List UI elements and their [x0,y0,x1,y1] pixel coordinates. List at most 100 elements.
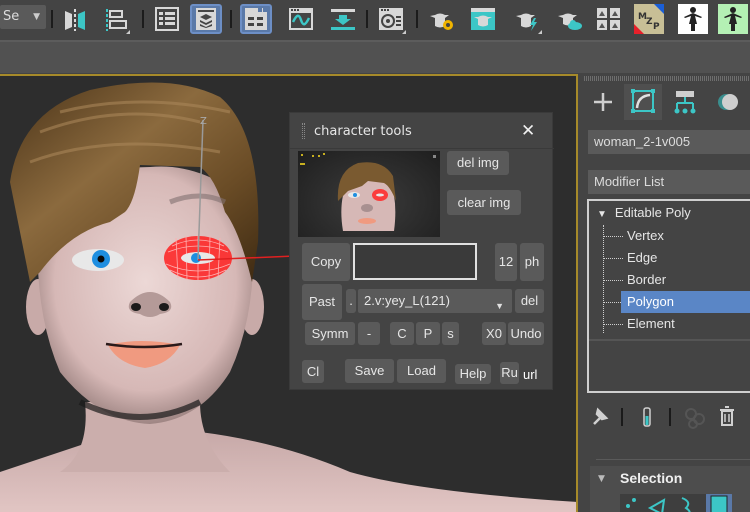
layer-explorer-button[interactable] [190,4,222,34]
ru-button[interactable]: Ru [500,362,519,384]
character-figure-button[interactable] [678,4,710,34]
tab-hierarchy[interactable] [666,84,704,120]
toolbar-separator [366,10,368,28]
make-unique-icon[interactable] [685,408,705,429]
subobject-polygon[interactable]: Polygon [621,291,750,313]
motion-icon [718,94,738,110]
expand-triangle-icon[interactable]: ▼ [597,209,607,220]
dot-button[interactable]: . [346,289,356,313]
tab-modify[interactable] [624,84,662,120]
morph-target-dropdown[interactable]: 2.v:yey_L(121) ▼ [358,289,512,313]
drag-handle[interactable] [302,123,305,139]
modify-icon [631,89,655,113]
modifier-stack-toolbar [580,402,750,432]
s-button[interactable]: s [442,322,459,345]
modifier-list-dropdown[interactable]: Modifier List [588,170,750,194]
tree-branch [603,236,623,237]
gizmo-z-label: Z [200,116,207,127]
close-icon[interactable]: ✕ [521,121,535,141]
remove-modifier-icon[interactable] [720,406,734,426]
chevron-down-icon: ▼ [33,12,40,22]
collapse-triangle-icon[interactable]: ▼ [598,474,605,484]
url-link[interactable]: url [523,367,537,382]
rendered-frame-window-button[interactable] [466,4,498,34]
polygon-mode-icon[interactable] [706,494,732,512]
scene-explorer-button[interactable] [150,4,182,34]
load-button[interactable]: Load [397,359,446,383]
selection-rollout: ▼ Selection [590,466,750,512]
align-button[interactable] [98,4,130,34]
subobject-element[interactable]: Element [621,313,750,335]
plus-icon [594,93,612,111]
mirror-button[interactable] [58,4,90,34]
copy-button[interactable]: Copy [302,243,350,281]
render-setup-button[interactable] [424,4,456,34]
modifier-list-label: Modifier List [594,174,665,189]
ribbon-toggle-button[interactable] [240,4,272,34]
flyout-indicator [402,30,406,34]
material-editor-button[interactable] [374,4,406,34]
dialog-titlebar[interactable]: character tools ✕ [290,113,554,149]
render-cloud-button[interactable] [552,4,584,34]
rollout-title[interactable]: Selection [620,470,682,486]
curve-editor-button[interactable] [284,4,316,34]
help-button[interactable]: Help [455,364,491,384]
ph-button[interactable]: ph [520,243,544,281]
stack-toolbar-icons [593,406,734,429]
tab-motion[interactable] [708,84,750,120]
subobject-selection-buttons [620,494,732,512]
save-button[interactable]: Save [345,359,394,383]
tree-branch [603,302,623,303]
figure-green-icon [718,4,748,34]
toolbar-separator [230,10,232,28]
dope-sheet-icon [331,9,355,30]
stack-root-editable-poly[interactable]: ▼ Editable Poly [597,205,691,220]
modifier-stack: ▼ Editable Poly Vertex Edge Border Polygo… [587,199,750,393]
preview-thumbnail [298,151,440,237]
minus-button[interactable]: - [358,322,380,345]
del-img-button[interactable]: del img [447,151,509,175]
subobject-border[interactable]: Border [621,269,750,291]
rendered-frame-icon [471,8,495,30]
undo-button[interactable]: Undo [508,322,544,345]
character-figure-green-button[interactable] [718,4,750,34]
selection-filter-dropdown[interactable]: Se ▼ [0,5,46,29]
mirror-icon [65,9,85,31]
app-window: Se ▼ M Z P Z character tools ✕ del img c… [0,0,750,512]
subobject-edge[interactable]: Edge [621,247,750,269]
render-production-button[interactable] [510,4,542,34]
tree-branch [603,280,623,281]
main-toolbar: Se ▼ M Z P [0,0,750,40]
selection-filter-value: Se [3,9,20,24]
pin-stack-icon[interactable] [593,407,609,425]
p-button[interactable]: P [416,322,440,345]
twelve-button[interactable]: 12 [495,243,517,281]
rollout-divider [596,459,750,460]
quad-images-icon [597,8,620,30]
del-button[interactable]: del [515,289,544,313]
panel-drag-handle[interactable] [584,76,750,81]
c-button[interactable]: C [390,322,414,345]
clear-img-button[interactable]: clear img [447,190,521,215]
curve-editor-icon [289,8,313,30]
list-icon [155,7,179,31]
hierarchy-icon [674,91,696,114]
viewport-layouts-button[interactable] [592,4,624,34]
object-name-field[interactable]: woman_2-1v005 [588,130,750,154]
tree-line [603,225,604,333]
dope-sheet-button[interactable] [326,4,358,34]
x0-button[interactable]: X0 [482,322,506,345]
figure-icon [678,4,708,34]
subobject-vertex[interactable]: Vertex [621,225,750,247]
mzp-script-button[interactable]: M Z P [634,4,666,34]
show-end-result-icon[interactable] [643,407,651,427]
copy-name-input[interactable] [353,243,477,280]
mzp-icon: M Z P [634,4,664,34]
symm-button[interactable]: Symm [305,322,355,345]
paste-button[interactable]: Past [302,284,342,320]
tab-create[interactable] [584,84,622,120]
morph-target-value: 2.v:yey_L(121) [364,293,450,308]
flyout-indicator [126,30,130,34]
character-tools-dialog: character tools ✕ del img clear img Copy… [289,112,554,390]
cl-button[interactable]: Cl [302,360,324,383]
